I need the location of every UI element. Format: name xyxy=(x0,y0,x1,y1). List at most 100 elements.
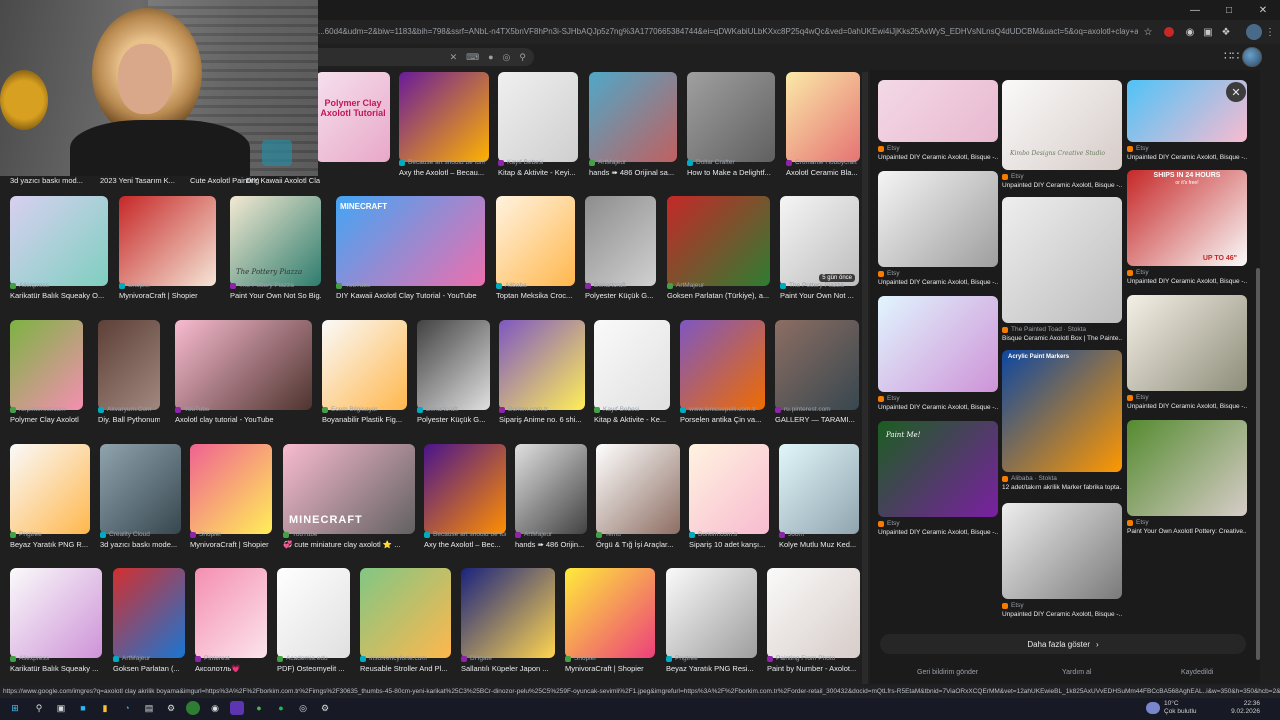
panel-scrollbar[interactable] xyxy=(1256,268,1260,660)
app-icon[interactable]: ⚙ xyxy=(318,701,332,715)
result-title[interactable]: 2023 Yeni Tasarım K... xyxy=(100,176,186,185)
image-thumbnail[interactable] xyxy=(589,72,677,162)
result-title[interactable]: Unpainted DIY Ceramic Axolotl, Bisque -.… xyxy=(878,154,998,161)
result-title[interactable]: Sipariş 10 adet kanşı... xyxy=(689,540,769,549)
result-title[interactable]: Unpainted DIY Ceramic Axolotl, Bisque -.… xyxy=(1127,278,1247,285)
panel-thumbnail[interactable] xyxy=(878,296,998,392)
image-thumbnail[interactable]: MINECRAFT xyxy=(336,196,485,286)
star-icon[interactable]: ☆ xyxy=(1140,24,1156,40)
image-thumbnail[interactable] xyxy=(667,196,770,286)
result-title[interactable]: hands ➠ 486 Orijin... xyxy=(515,540,587,549)
settings-icon[interactable]: ⚙ xyxy=(164,701,178,715)
image-thumbnail[interactable] xyxy=(666,568,757,658)
result-title[interactable]: 3d yazıcı baskı mode... xyxy=(100,540,181,549)
panel-thumbnail[interactable]: Kimbo Designs Creative Studio xyxy=(1002,80,1122,170)
result-title[interactable]: Örgü & Tığ İşi Araçlar... xyxy=(596,540,680,549)
app-icon[interactable]: ◎ xyxy=(296,701,310,715)
apps-grid-icon[interactable]: ∷∷ xyxy=(1224,49,1239,63)
close-window-icon[interactable]: ✕ xyxy=(1246,0,1280,20)
result-title[interactable]: Kitap & Aktivite - Keyi... xyxy=(498,168,578,177)
panel-thumbnail[interactable] xyxy=(878,80,998,142)
result-title[interactable]: Unpainted DIY Ceramic Axolotl, Bisque -.… xyxy=(878,404,998,411)
lens-icon[interactable]: ◎ xyxy=(503,52,511,63)
result-title[interactable]: Goksen Parlatan (Türkiye), a... xyxy=(667,291,770,300)
result-title[interactable]: DIY Kawaii Axolotl Clay Tutorial -... xyxy=(246,176,320,185)
result-title[interactable]: Unpainted DIY Ceramic Axolotl, Bisque -.… xyxy=(1127,403,1247,410)
image-thumbnail[interactable] xyxy=(786,72,860,162)
image-thumbnail[interactable] xyxy=(10,320,83,410)
result-title[interactable]: MynivoraCraft | Shopier xyxy=(190,540,272,549)
result-title[interactable]: Paint Your Own Axolotl Pottery: Creative… xyxy=(1127,528,1247,535)
result-title[interactable]: Polymer Clay Axolotl xyxy=(10,415,83,424)
folder-icon[interactable]: ▮ xyxy=(98,701,112,715)
result-title[interactable]: PDF) Osteomyelit ... xyxy=(277,664,350,673)
image-thumbnail[interactable]: MINECRAFT xyxy=(283,444,415,534)
image-thumbnail[interactable] xyxy=(100,444,181,534)
weather[interactable]: 10°C Çok bulutlu xyxy=(1164,700,1197,716)
chrome-icon[interactable] xyxy=(186,701,200,715)
url-text[interactable]: ...60d4&udm=2&biw=1183&bih=798&ssrf=ANbL… xyxy=(318,25,1138,39)
panel-thumbnail[interactable] xyxy=(1127,420,1247,516)
image-thumbnail[interactable] xyxy=(779,444,859,534)
image-thumbnail[interactable] xyxy=(417,320,490,410)
image-thumbnail[interactable] xyxy=(680,320,765,410)
image-thumbnail[interactable] xyxy=(687,72,775,162)
result-title[interactable]: Goksen Parlatan (... xyxy=(113,664,185,673)
extension-icon[interactable]: ◉ xyxy=(1182,24,1198,40)
result-title[interactable]: Karikatür Balık Squeaky ... xyxy=(10,664,102,673)
result-title[interactable]: 3d yazıcı baskı mod... xyxy=(10,176,96,185)
panel-thumbnail[interactable] xyxy=(1002,503,1122,599)
result-title[interactable]: Beyaz Yaratık PNG R... xyxy=(10,540,90,549)
result-title[interactable]: Bisque Ceramic Axolotl Box | The Painte.… xyxy=(1002,335,1122,342)
store-icon[interactable]: ▤ xyxy=(142,701,156,715)
result-title[interactable]: Kolye Mutlu Muz Ked... xyxy=(779,540,859,549)
image-thumbnail[interactable] xyxy=(565,568,655,658)
xbox-icon[interactable]: ● xyxy=(252,701,266,715)
search-icon[interactable]: ⚲ xyxy=(519,52,526,63)
image-thumbnail[interactable] xyxy=(10,444,90,534)
clock[interactable]: 22:36 9.02.2026 xyxy=(1212,700,1260,716)
result-title[interactable]: 12 adet/takım akrilik Marker fabrika top… xyxy=(1002,484,1122,491)
image-thumbnail[interactable] xyxy=(515,444,587,534)
panel-thumbnail[interactable] xyxy=(1002,197,1122,323)
image-thumbnail[interactable] xyxy=(496,196,575,286)
result-title[interactable]: Porselen antika Çin va... xyxy=(680,415,765,424)
image-thumbnail[interactable]: 5 gün önce xyxy=(780,196,859,286)
show-more-button[interactable]: Daha fazla göster › xyxy=(880,634,1246,654)
image-thumbnail[interactable] xyxy=(775,320,859,410)
app-icon[interactable] xyxy=(230,701,244,715)
image-thumbnail[interactable] xyxy=(98,320,160,410)
image-thumbnail[interactable] xyxy=(113,568,185,658)
result-title[interactable]: Unpainted DIY Ceramic Axolotl, Bisque -.… xyxy=(878,279,998,286)
avatar[interactable] xyxy=(1242,47,1262,67)
camera-icon[interactable]: ◉ xyxy=(208,701,222,715)
image-thumbnail[interactable] xyxy=(499,320,585,410)
result-title[interactable]: Paint by Number - Axolot... xyxy=(767,664,860,673)
image-thumbnail[interactable] xyxy=(195,568,267,658)
panel-thumbnail[interactable] xyxy=(878,171,998,267)
result-title[interactable]: 💞 cute miniature clay axolotl ⭐ ... xyxy=(283,540,415,549)
result-title[interactable]: Sallantılı Küpeler Japon ... xyxy=(461,664,555,673)
image-thumbnail[interactable] xyxy=(322,320,407,410)
result-title[interactable]: Paint Your Own Not So Big... xyxy=(230,291,321,300)
result-title[interactable]: Axy the Axolotl – Bec... xyxy=(424,540,506,549)
result-title[interactable]: DIY Kawaii Axolotl Clay Tutorial - YouTu… xyxy=(336,291,485,300)
result-title[interactable]: Axy the Axolotl – Becau... xyxy=(399,168,489,177)
start-icon[interactable]: ⊞ xyxy=(8,701,22,715)
result-title[interactable]: Axolotl clay tutorial - YouTube xyxy=(175,415,312,424)
image-thumbnail[interactable] xyxy=(360,568,451,658)
image-thumbnail[interactable] xyxy=(498,72,578,162)
image-thumbnail[interactable] xyxy=(585,196,656,286)
result-title[interactable]: Unpainted DIY Ceramic Axolotl, Bisque -.… xyxy=(1127,154,1247,161)
help-link[interactable]: Yardım al xyxy=(1062,669,1091,676)
image-thumbnail[interactable] xyxy=(119,196,216,286)
result-title[interactable]: Unpainted DIY Ceramic Axolotl, Bisque -.… xyxy=(1002,611,1122,618)
image-thumbnail[interactable] xyxy=(689,444,769,534)
image-thumbnail[interactable]: Polymer Clay Axolotl Tutorial xyxy=(316,72,390,162)
image-thumbnail[interactable] xyxy=(277,568,350,658)
image-thumbnail[interactable]: The Pottery Piazza xyxy=(230,196,321,286)
search-icon[interactable]: ⚲ xyxy=(32,701,46,715)
result-title[interactable]: MynivoraCraft | Shopier xyxy=(119,291,216,300)
image-thumbnail[interactable] xyxy=(399,72,489,162)
feedback-link[interactable]: Geri bildirim gönder xyxy=(917,669,978,676)
